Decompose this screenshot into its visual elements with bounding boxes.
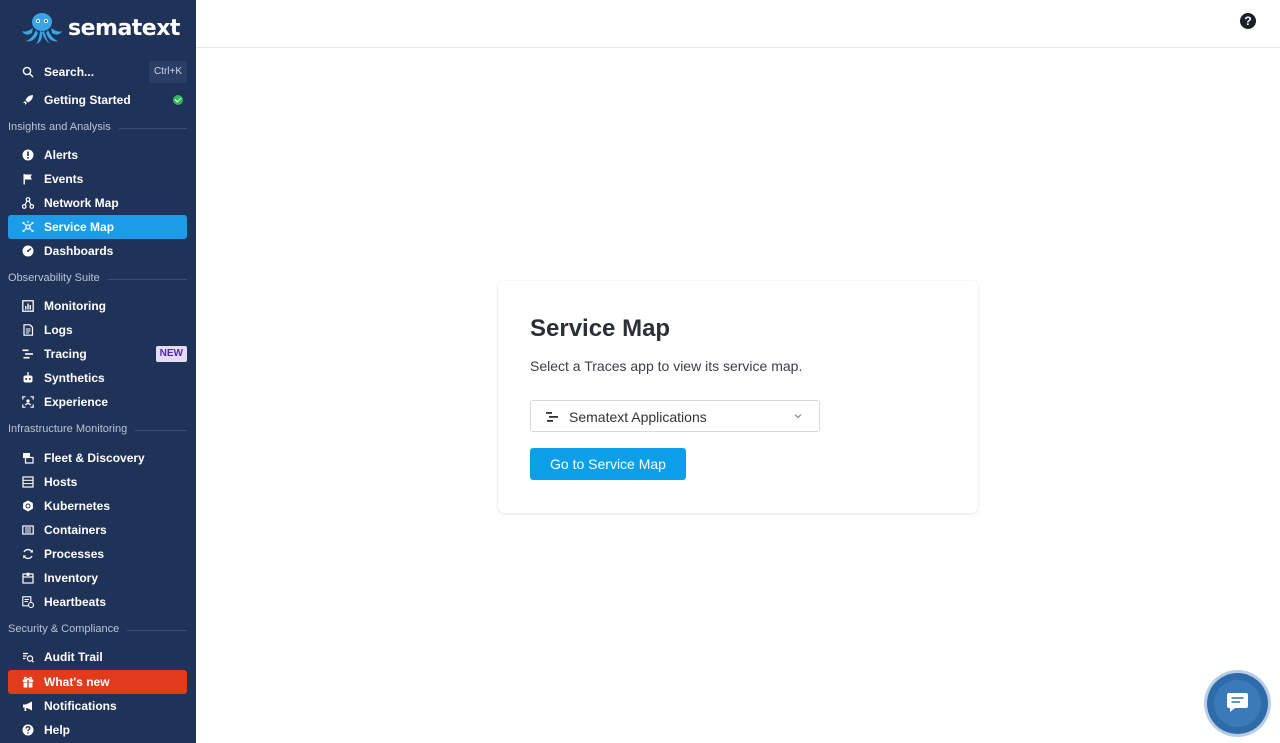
sidebar-item-heartbeats[interactable]: Heartbeats: [8, 590, 187, 614]
sidebar-item-synthetics[interactable]: Synthetics: [8, 366, 187, 390]
tracing-icon: [546, 412, 558, 422]
megaphone-icon: [23, 701, 32, 711]
sidebar-item-help[interactable]: Help: [8, 718, 187, 742]
search-shortcut: Ctrl+K: [148, 61, 187, 83]
sidebar-item-label: Audit Trail: [44, 650, 103, 664]
select-value: Sematext Applications: [569, 409, 707, 425]
sidebar-item-label: Network Map: [44, 196, 119, 210]
sidebar-item-whats-new[interactable]: What's new: [8, 670, 187, 694]
sidebar-item-label: Notifications: [44, 699, 117, 713]
sidebar-item-kubernetes[interactable]: Kubernetes: [8, 494, 187, 518]
chevron-down-icon: [794, 414, 802, 419]
sidebar-item-label: Service Map: [44, 220, 115, 234]
section-label: Security & Compliance: [8, 623, 128, 635]
tracing-icon: [22, 349, 33, 359]
service-map-card: Service Map Select a Traces app to view …: [498, 281, 978, 513]
sidebar-item-label: Heartbeats: [44, 595, 107, 609]
sidebar-item-network-map[interactable]: Network Map: [8, 191, 187, 215]
search-icon: [22, 66, 34, 78]
sidebar-item-notifications[interactable]: Notifications: [8, 694, 187, 718]
new-badge: NEW: [155, 346, 187, 362]
containers-icon: [22, 525, 34, 535]
sidebar-item-label: Logs: [44, 323, 73, 337]
section-insights: Insights and Analysis: [8, 121, 187, 135]
sidebar-item-label: Dashboards: [44, 244, 114, 258]
rocket-icon: [23, 95, 33, 105]
gift-icon: [22, 676, 34, 688]
brand-name: sematext: [68, 15, 180, 41]
chart-icon: [22, 300, 34, 312]
search-button[interactable]: Search... Ctrl+K: [8, 60, 187, 84]
sidebar-item-service-map[interactable]: Service Map: [8, 215, 187, 239]
inventory-icon: [22, 572, 34, 584]
octopus-logo: [22, 13, 62, 44]
sidebar-item-label: Alerts: [44, 148, 79, 162]
sidebar-item-label: Experience: [44, 395, 109, 409]
kubernetes-icon: [23, 500, 33, 512]
sidebar-item-dashboards[interactable]: Dashboards: [8, 239, 187, 263]
sidebar-item-tracing[interactable]: Tracing NEW: [8, 342, 187, 366]
sidebar-item-label: Synthetics: [44, 371, 105, 385]
hosts-icon: [22, 476, 34, 488]
section-label: Infrastructure Monitoring: [8, 423, 136, 435]
go-to-service-map-button[interactable]: Go to Service Map: [530, 448, 686, 480]
section-label: Insights and Analysis: [8, 121, 119, 133]
sidebar-item-label: Kubernetes: [44, 499, 111, 513]
service-map-icon: [22, 221, 34, 233]
sidebar-item-label: Inventory: [44, 571, 99, 585]
sidebar-item-label: Getting Started: [44, 93, 131, 107]
sidebar-item-label: Help: [44, 723, 71, 737]
sidebar-item-label: Processes: [44, 547, 105, 561]
section-infrastructure: Infrastructure Monitoring: [8, 423, 187, 437]
audit-icon: [23, 652, 34, 663]
sidebar-item-inventory[interactable]: Inventory: [8, 566, 187, 590]
fleet-icon: [23, 453, 34, 464]
dashboard-icon: [22, 245, 34, 257]
sidebar-item-logs[interactable]: Logs: [8, 318, 187, 342]
brand-logo[interactable]: sematext: [20, 10, 180, 46]
top-bar: ?: [196, 0, 1280, 48]
sidebar-item-fleet-discovery[interactable]: Fleet & Discovery: [8, 446, 187, 470]
chat-widget-button[interactable]: [1207, 673, 1268, 734]
sidebar-item-processes[interactable]: Processes: [8, 542, 187, 566]
sidebar-item-label: Tracing: [44, 347, 87, 361]
help-icon: [22, 724, 34, 736]
sidebar: sematext Search... Ctrl+K Getting Starte…: [0, 0, 196, 743]
section-security: Security & Compliance: [8, 623, 187, 637]
help-icon[interactable]: ?: [1240, 13, 1256, 29]
section-observability: Observability Suite: [8, 272, 187, 286]
sidebar-item-events[interactable]: Events: [8, 167, 187, 191]
logs-icon: [23, 324, 34, 336]
search-label: Search...: [44, 65, 95, 79]
robot-icon: [23, 372, 33, 383]
heartbeat-icon: [22, 596, 34, 608]
flag-icon: [23, 174, 32, 185]
sidebar-item-label: What's new: [44, 675, 110, 689]
sidebar-item-experience[interactable]: Experience: [8, 390, 187, 414]
page-title: Service Map: [530, 315, 671, 342]
traces-app-select[interactable]: Sematext Applications: [530, 400, 820, 432]
completed-check-icon: [173, 95, 183, 105]
sidebar-item-audit-trail[interactable]: Audit Trail: [8, 645, 187, 669]
sidebar-item-getting-started[interactable]: Getting Started: [8, 88, 187, 112]
network-icon: [22, 197, 34, 209]
sidebar-item-label: Containers: [44, 523, 107, 537]
section-label: Observability Suite: [8, 272, 108, 284]
sidebar-item-label: Fleet & Discovery: [44, 451, 145, 465]
processes-icon: [23, 548, 33, 560]
experience-icon: [22, 396, 34, 408]
alert-circle-icon: [22, 149, 34, 161]
sidebar-item-label: Hosts: [44, 475, 78, 489]
sidebar-item-monitoring[interactable]: Monitoring: [8, 294, 187, 318]
chat-icon: [1227, 693, 1248, 712]
sidebar-item-containers[interactable]: Containers: [8, 518, 187, 542]
sidebar-item-hosts[interactable]: Hosts: [8, 470, 187, 494]
sidebar-item-label: Events: [44, 172, 84, 186]
sidebar-item-alerts[interactable]: Alerts: [8, 143, 187, 167]
page-subtitle: Select a Traces app to view its service …: [530, 358, 803, 374]
sidebar-item-label: Monitoring: [44, 299, 106, 313]
